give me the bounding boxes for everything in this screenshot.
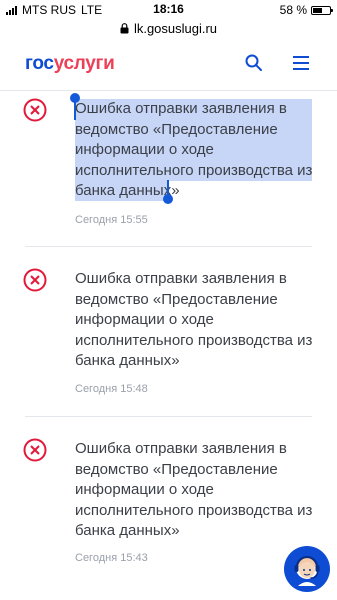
- selection-end-handle[interactable]: [163, 194, 173, 204]
- divider: [25, 246, 312, 247]
- logo-part-uslugi: услуги: [53, 53, 115, 74]
- battery-icon: [311, 5, 333, 15]
- support-chat-button[interactable]: [284, 546, 330, 592]
- notification-text: Ошибка отправки заявления в ведомство «П…: [75, 440, 313, 539]
- x-circle-icon: [23, 98, 47, 122]
- notification-text: Ошибка отправки заявления в ведомство «П…: [75, 100, 313, 199]
- notification-time: Сегодня 15:48: [75, 383, 148, 395]
- notification-time: Сегодня 15:55: [75, 214, 148, 226]
- hamburger-menu-icon[interactable]: [292, 54, 312, 72]
- x-circle-icon: [23, 438, 47, 462]
- site-header: госуслуги: [0, 40, 337, 91]
- status-right: 58 %: [279, 3, 333, 17]
- notification-text: Ошибка отправки заявления в ведомство «П…: [75, 270, 313, 369]
- search-icon[interactable]: [244, 53, 264, 73]
- x-circle-icon: [23, 268, 47, 292]
- gosuslugi-logo[interactable]: госуслуги: [25, 53, 115, 75]
- notification-time: Сегодня 15:43: [75, 552, 148, 564]
- support-operator-icon: [294, 555, 320, 586]
- logo-part-gos: гос: [25, 53, 54, 74]
- divider: [25, 416, 312, 417]
- status-bar: MTS RUS LTE 18:16 58 %: [0, 0, 337, 20]
- battery-percent: 58 %: [279, 3, 307, 17]
- url-text: lk.gosuslugi.ru: [133, 20, 218, 36]
- lock-icon: [120, 22, 129, 33]
- url-bar[interactable]: lk.gosuslugi.ru: [0, 18, 337, 38]
